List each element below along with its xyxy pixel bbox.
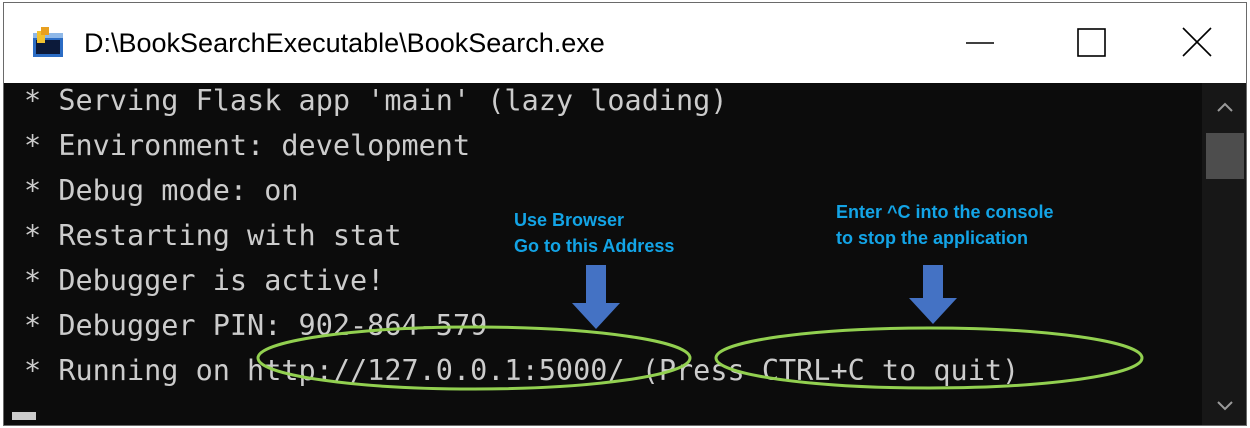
down-arrow-icon <box>572 265 620 329</box>
annotation-overlay <box>256 265 1144 391</box>
console-window: D:\BookSearchExecutable\BookSearch.exe *… <box>3 2 1247 426</box>
address-highlight-ellipse <box>256 325 692 391</box>
down-arrow-icon <box>909 265 957 324</box>
quit-hint-highlight-ellipse <box>714 326 1144 390</box>
